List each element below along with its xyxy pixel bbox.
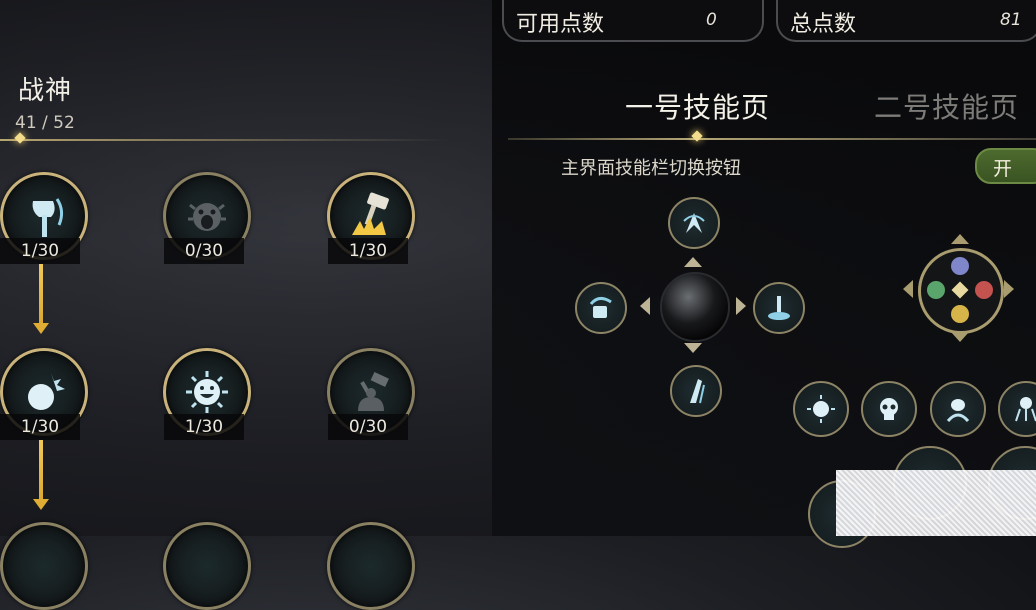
button-top-dot	[951, 257, 969, 275]
skull-icon	[880, 398, 898, 420]
axe-icon	[32, 198, 64, 237]
skillbar-switch-toggle[interactable]: 开	[975, 148, 1036, 184]
total-points-label: 总点数	[790, 12, 857, 37]
tab-page-2[interactable]: 二号技能页	[874, 86, 1019, 126]
toggle-state-text: 开	[993, 158, 1013, 180]
total-points-value: 81	[1000, 10, 1022, 30]
hammer-smash-icon	[352, 192, 389, 235]
watermark-overlay	[836, 470, 1036, 536]
skill-slot-partial[interactable]	[327, 522, 415, 610]
class-title: 战神	[18, 76, 73, 106]
chevron-up-icon	[951, 234, 969, 244]
totem-icon	[768, 296, 790, 320]
skill-level: 1/30	[328, 238, 408, 264]
quickbar-slot-up[interactable]	[668, 197, 720, 249]
button-right-dot	[975, 281, 993, 299]
skill-slot-partial[interactable]	[163, 522, 251, 610]
available-points-label: 可用点数	[516, 12, 605, 37]
tab-divider	[508, 138, 1036, 140]
skill-slot-partial[interactable]	[0, 522, 88, 610]
quickbar-slot-right[interactable]	[753, 282, 805, 334]
quickbar-slot-left[interactable]	[575, 282, 627, 334]
class-progress: 41 / 52	[15, 113, 75, 133]
bar-skill-skull[interactable]	[861, 381, 917, 437]
skill-level: 1/30	[164, 414, 244, 440]
skill-level: 1/30	[0, 238, 80, 264]
skill-level: 0/30	[328, 414, 408, 440]
bomb-spikes-icon	[28, 373, 65, 410]
slash-icon	[683, 213, 705, 233]
tree-divider	[0, 139, 450, 141]
tab-page-1[interactable]: 一号技能页	[625, 86, 770, 126]
total-points-bar: 总点数 81	[776, 0, 1036, 42]
chevron-left-icon	[903, 280, 913, 298]
button-left-dot	[927, 281, 945, 299]
divider-marker	[14, 132, 26, 144]
tentacle-icon	[1015, 397, 1036, 422]
hammer-strike-icon	[358, 371, 389, 411]
chevron-down-icon	[951, 332, 969, 342]
orb-icon[interactable]	[660, 272, 730, 342]
controller-buttons-icon	[918, 248, 1004, 334]
bar-skill-sun-face[interactable]	[793, 381, 849, 437]
spider-icon	[946, 399, 970, 423]
button-bottom-dot	[951, 305, 969, 323]
sun-face-icon	[186, 371, 228, 413]
tree-connector-arrow	[33, 264, 49, 334]
available-points-bar: 可用点数 0	[502, 0, 764, 42]
skillbar-switch-label: 主界面技能栏切换按钮	[561, 158, 741, 179]
available-points-value: 0	[706, 10, 717, 30]
chevron-left-icon	[640, 297, 650, 315]
chevron-down-icon	[684, 343, 702, 353]
chevron-right-icon	[736, 297, 746, 315]
roaring-face-icon	[188, 203, 226, 231]
chevron-right-icon	[1004, 280, 1014, 298]
skill-tree-panel: 战神 41 / 52 1/30 0/30 1/30 1/30 1/30 0/30	[0, 0, 492, 610]
skill-level: 0/30	[164, 238, 244, 264]
button-center-dot	[951, 281, 969, 299]
skill-level: 1/30	[0, 414, 80, 440]
quickbar-slot-down[interactable]	[670, 365, 722, 417]
bar-skill-spider[interactable]	[930, 381, 986, 437]
sun-face-icon	[807, 395, 835, 423]
dash-icon	[690, 379, 705, 404]
chevron-up-icon	[684, 257, 702, 267]
shield-bash-icon	[589, 297, 612, 318]
tree-connector-arrow	[33, 440, 49, 510]
